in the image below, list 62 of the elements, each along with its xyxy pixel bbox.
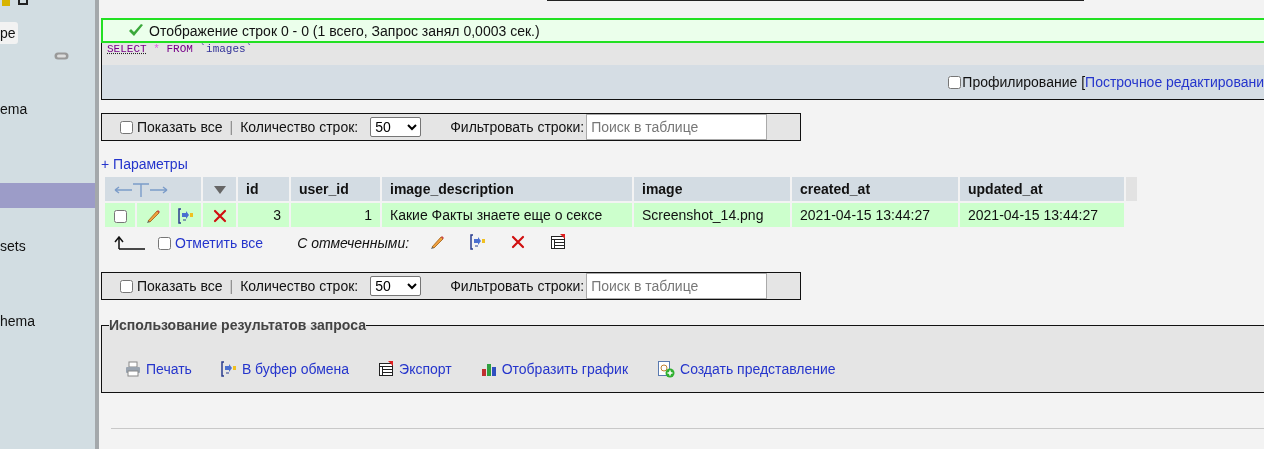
separator: | xyxy=(229,278,234,294)
show-all-label: Показать все xyxy=(137,278,223,294)
copy-icon[interactable] xyxy=(220,361,237,377)
column-header[interactable]: image xyxy=(634,177,790,201)
options-link[interactable]: + Параметры xyxy=(101,156,1264,172)
profiling-label: Профилирование xyxy=(962,74,1078,90)
bar-chart-icon[interactable] xyxy=(480,361,497,377)
show-all-checkbox[interactable] xyxy=(120,120,133,134)
with-selected-label: С отмеченными: xyxy=(297,235,410,251)
export-icon[interactable] xyxy=(550,233,567,250)
table-cell: 2021-04-15 13:44:27 xyxy=(960,203,1124,227)
table-cell: 1 xyxy=(291,203,380,227)
search-field[interactable]: Поиск в таблице xyxy=(586,273,768,299)
operation-link[interactable]: Отобразить график xyxy=(480,361,628,377)
separator: | xyxy=(229,119,234,135)
inline-edit-link[interactable]: Построчное редактировани xyxy=(1085,74,1264,90)
document-plus-icon[interactable] xyxy=(657,360,675,378)
operation-link[interactable]: В буфер обмена xyxy=(220,361,350,377)
column-header[interactable]: id xyxy=(238,177,289,201)
table-cell: 3 xyxy=(238,203,289,227)
rows-label: Количество строк: xyxy=(240,278,359,294)
message-text: Отображение строк 0 - 0 (1 всего, Запрос занял 0,0003 сек.) xyxy=(149,22,540,39)
pencil-icon[interactable] xyxy=(429,233,446,250)
panel-legend: Использование результатов запроса xyxy=(109,317,366,333)
copy-icon[interactable] xyxy=(470,233,487,250)
check-all-link[interactable]: Отметить все xyxy=(175,235,264,251)
table-cell: Screenshot_14.png xyxy=(634,203,790,227)
printer-icon[interactable] xyxy=(125,361,141,377)
export-icon[interactable] xyxy=(378,361,395,377)
rows-label: Количество строк: xyxy=(240,119,359,135)
sql-query: SELECT * FROM `images` xyxy=(102,43,1264,65)
filter-label: Фильтровать строки: xyxy=(450,278,585,294)
column-header[interactable]: user_id xyxy=(291,177,380,201)
operation-link[interactable]: Создать представление xyxy=(657,360,836,378)
nav-item[interactable]: sets xyxy=(0,234,95,259)
nav-item[interactable]: hema xyxy=(0,309,95,334)
arrow-up-corner-icon xyxy=(114,236,146,250)
nav-item[interactable]: ema xyxy=(0,97,95,122)
show-all-checkbox[interactable] xyxy=(120,279,133,293)
table-cell: Какие Факты знаете еще о сексе xyxy=(382,203,632,227)
row-checkbox[interactable] xyxy=(113,209,127,223)
delete-icon[interactable] xyxy=(212,209,227,224)
copy-icon[interactable] xyxy=(178,207,194,224)
operation-link[interactable]: Экспорт xyxy=(378,361,452,377)
filter-label: Фильтровать строки: xyxy=(450,119,585,135)
profiling-checkbox[interactable] xyxy=(948,75,962,89)
bracket: [ xyxy=(1081,74,1086,90)
nav-button[interactable]: ре xyxy=(0,22,18,44)
rows-select[interactable]: 50 xyxy=(370,276,422,296)
show-all-label: Показать все xyxy=(137,119,223,135)
check-all-checkbox[interactable] xyxy=(158,236,171,250)
operation-link[interactable]: Печать xyxy=(125,361,192,377)
rows-select[interactable]: 50 xyxy=(370,117,422,137)
search-field[interactable]: Поиск в таблице xyxy=(586,114,768,140)
column-header[interactable]: created_at xyxy=(792,177,958,201)
table-cell: 2021-04-15 13:44:27 xyxy=(792,203,958,227)
check-icon xyxy=(128,24,144,37)
delete-icon[interactable] xyxy=(511,234,526,249)
sort-dropdown-icon[interactable] xyxy=(213,186,226,195)
pencil-icon[interactable] xyxy=(145,207,161,224)
column-header[interactable]: updated_at xyxy=(960,177,1124,201)
column-header[interactable]: image_description xyxy=(382,177,632,201)
